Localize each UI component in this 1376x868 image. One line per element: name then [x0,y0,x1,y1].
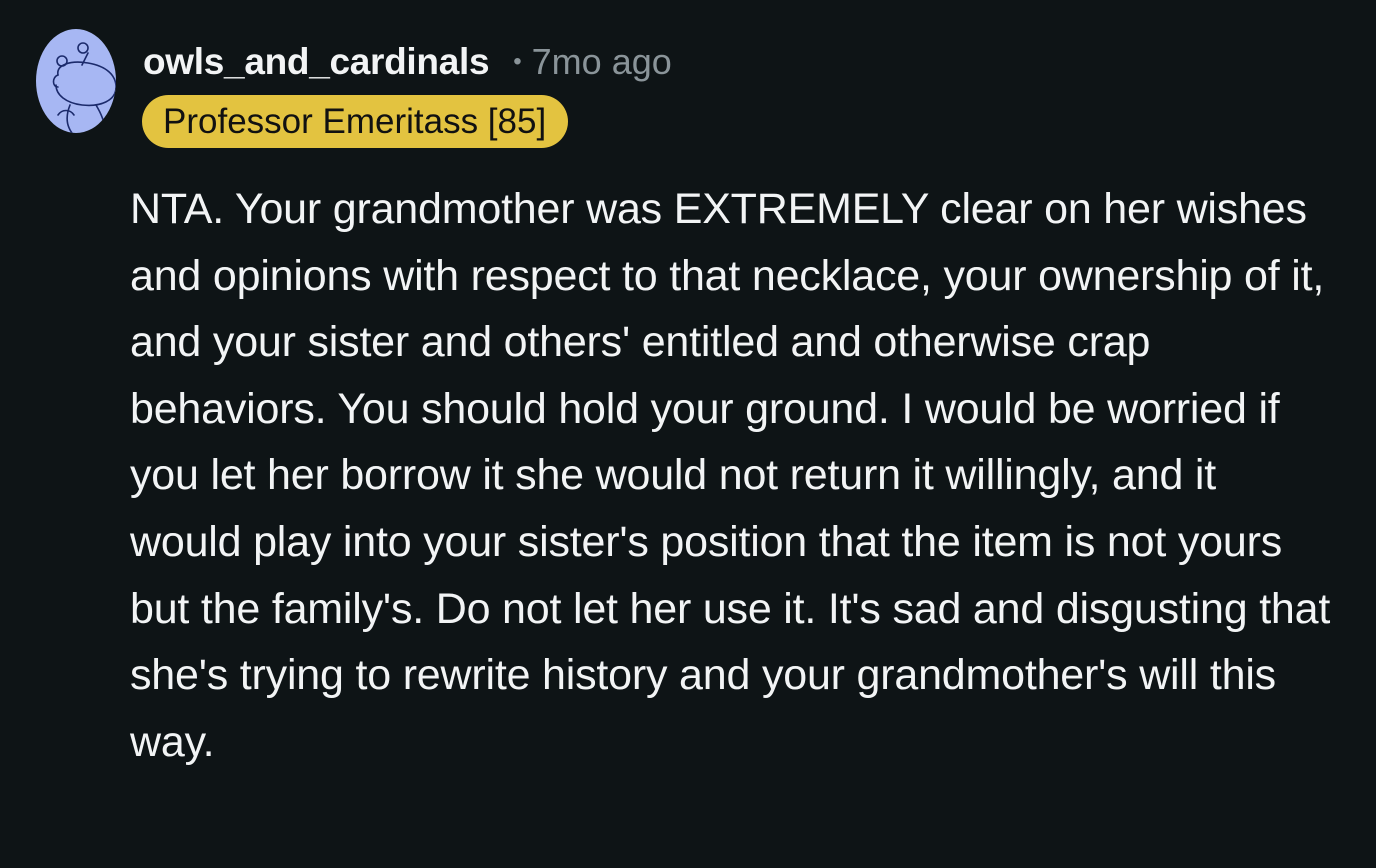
timestamp[interactable]: 7mo ago [532,41,672,83]
username-link[interactable]: owls_and_cardinals [143,41,490,83]
snoo-avatar-icon [36,29,116,133]
comment: owls_and_cardinals • 7mo ago Professor E… [0,0,1376,868]
separator-dot: • [513,48,522,75]
avatar[interactable] [36,29,116,133]
user-flair-badge: Professor Emeritass [85] [142,95,569,148]
comment-header: owls_and_cardinals • 7mo ago [143,38,672,86]
comment-body: NTA. Your grandmother was EXTREMELY clea… [130,185,1331,766]
